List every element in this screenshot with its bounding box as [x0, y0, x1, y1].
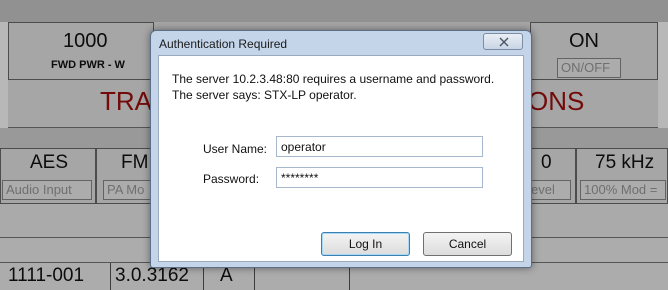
username-input[interactable] [276, 136, 483, 157]
password-input[interactable] [276, 167, 483, 188]
username-label: User Name: [203, 142, 268, 156]
message-line-2: The server says: STX-LP operator. [172, 88, 357, 102]
dialog-body: The server 10.2.3.48:80 requires a usern… [158, 55, 524, 262]
password-label: Password: [203, 172, 260, 186]
message-line-1: The server 10.2.3.48:80 requires a usern… [172, 72, 495, 86]
cancel-button[interactable]: Cancel [423, 232, 512, 256]
dialog-title: Authentication Required [159, 37, 288, 51]
close-button[interactable] [483, 33, 523, 50]
authentication-dialog: Authentication Required The server 10.2.… [150, 30, 532, 268]
login-button[interactable]: Log In [321, 232, 410, 256]
close-icon [499, 37, 509, 47]
